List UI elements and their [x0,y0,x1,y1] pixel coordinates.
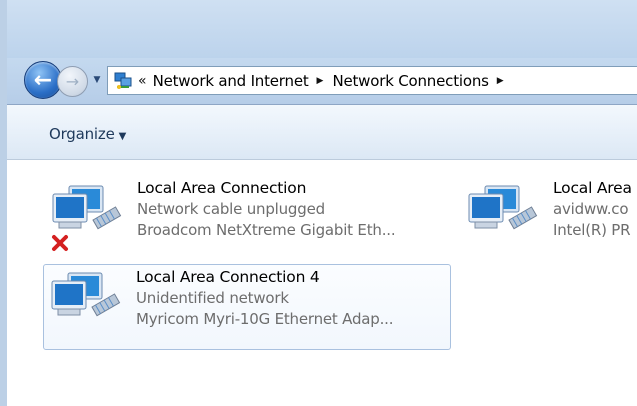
list-item-local-area-connection[interactable]: Local Area Connection Network cable unpl… [45,176,445,262]
connection-status: Unidentified network [136,289,289,307]
connection-adapter: Intel(R) PR [553,221,631,239]
forward-button[interactable]: → [57,66,88,97]
address-bar[interactable]: « Network and Internet ▶ Network Connect… [107,66,637,95]
back-arrow-icon: ← [33,67,53,93]
connection-adapter: Myricom Myri-10G Ethernet Adap... [136,310,394,328]
connection-name: Local Area [553,179,632,197]
connection-name: Local Area Connection [137,179,307,197]
connection-status: Network cable unplugged [137,200,325,218]
recent-pages-button[interactable]: ▼ [91,74,103,86]
connection-details: Local Area Connection 4 Unidentified net… [136,267,393,330]
chevron-down-icon: ▼ [118,131,127,142]
connections-list: Local Area Connection Network cable unpl… [7,160,637,406]
triangle-right-icon[interactable]: ▶ [497,76,504,86]
triangle-right-icon[interactable]: ▶ [317,76,324,86]
list-item-local-area-connection-4[interactable]: Local Area Connection 4 Unidentified net… [43,264,451,350]
breadcrumb-item-network-and-internet[interactable]: Network and Internet [153,72,309,90]
list-item-local-area-connection-partial[interactable]: Local Area avidww.co Intel(R) PR [461,176,637,262]
title-bar [7,0,637,58]
connection-status: avidww.co [553,200,629,218]
connection-name: Local Area Connection 4 [136,268,320,286]
organize-label: Organize [49,125,115,143]
forward-arrow-icon: → [65,72,80,91]
network-adapter-icon [468,185,538,230]
breadcrumb-overflow-button[interactable]: « [138,73,147,89]
network-connections-icon [114,72,132,89]
red-x-icon [52,235,68,251]
connection-details: Local Area Connection Network cable unpl… [137,178,395,241]
breadcrumb-item-network-connections[interactable]: Network Connections [332,72,488,90]
navigation-bar: ← → ▼ « Network and Internet ▶ Network C… [7,58,637,105]
connection-details: Local Area avidww.co Intel(R) PR [553,178,632,241]
network-adapter-icon [51,272,121,317]
window-left-edge [0,0,7,406]
command-bar: Organize ▼ [7,105,637,160]
chevron-down-icon: ▼ [93,75,101,85]
organize-menu-button[interactable]: Organize ▼ [49,125,126,143]
connection-adapter: Broadcom NetXtreme Gigabit Eth... [137,221,396,239]
